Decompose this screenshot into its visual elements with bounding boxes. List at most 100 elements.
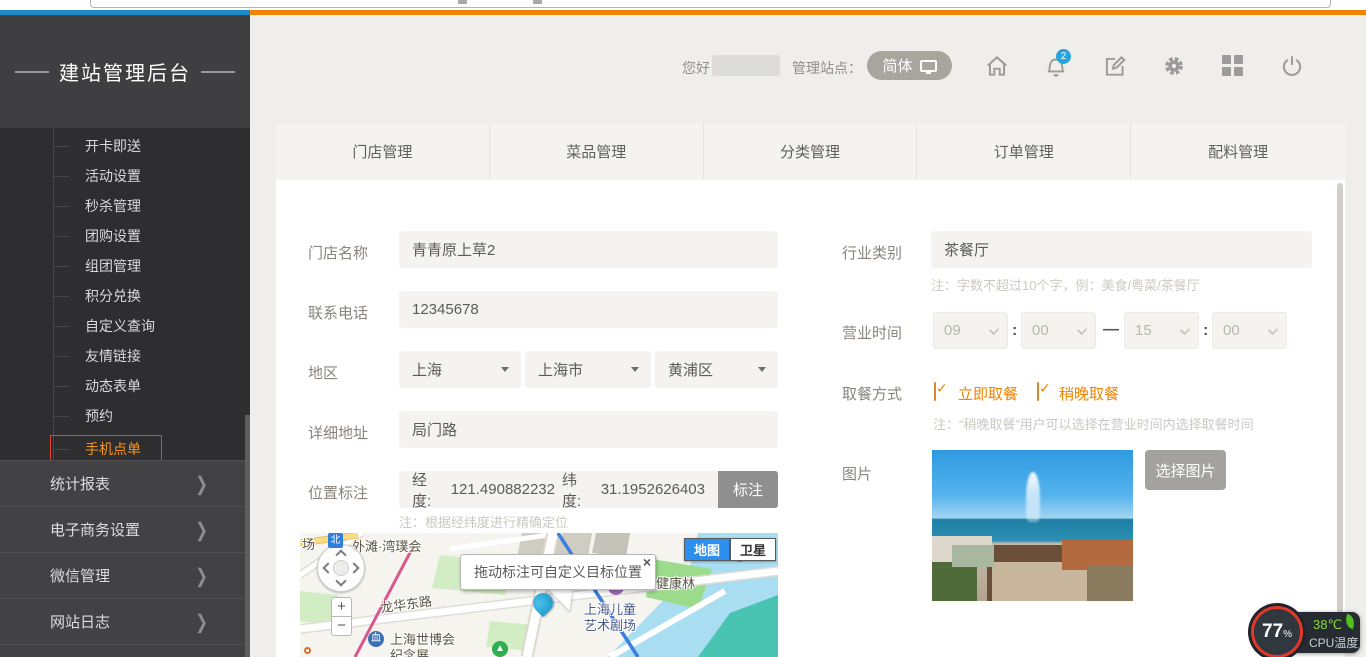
dropdown-arrow-icon <box>631 367 639 372</box>
city-select[interactable]: 上海市 <box>525 351 651 388</box>
sidebar-item[interactable]: 动态表单 <box>85 376 225 396</box>
store-name-input[interactable] <box>399 231 778 268</box>
tab-ingredients[interactable]: 配料管理 <box>1131 123 1345 180</box>
map[interactable]: 场 外滩·湾璞会 龙华东路 上海儿童 艺术剧场 健康林 上海世博会 纪念展 血 … <box>300 533 778 657</box>
tab-orders[interactable]: 订单管理 <box>917 123 1131 180</box>
map-label-theater-2: 艺术剧场 <box>584 615 636 634</box>
mark-location-button[interactable]: 标注 <box>718 471 778 508</box>
address-bar-fragment[interactable] <box>90 0 1331 8</box>
username-redacted <box>712 55 780 76</box>
chevron-down-icon <box>1268 325 1278 335</box>
pan-down-icon[interactable] <box>335 575 346 586</box>
longitude-value: 121.490882232 <box>451 481 555 498</box>
sidebar-item[interactable]: 秒杀管理 <box>85 196 225 216</box>
settings-gear-icon[interactable] <box>1161 53 1187 79</box>
close-minute-select[interactable]: 00 <box>1212 312 1287 349</box>
close-hour-select[interactable]: 15 <box>1124 312 1199 349</box>
cpu-percent: 77 <box>1262 621 1283 642</box>
accent-bar-orange <box>250 10 1366 15</box>
chevron-right-icon: ❯ <box>195 564 208 587</box>
address-label: 详细地址 <box>308 422 368 443</box>
district-select[interactable]: 黄浦区 <box>655 351 778 388</box>
store-photo-thumbnail[interactable] <box>932 450 1133 601</box>
pickup-later-checkbox[interactable] <box>1037 382 1039 401</box>
industry-input[interactable] <box>931 231 1312 268</box>
open-hour-select[interactable]: 09 <box>933 312 1008 349</box>
fountain-plume <box>1026 472 1040 522</box>
monitor-icon <box>920 60 937 72</box>
title-dash <box>201 71 235 73</box>
tab-categories[interactable]: 分类管理 <box>704 123 918 180</box>
map-type-satellite-button[interactable]: 卫星 <box>730 538 776 561</box>
pan-right-icon[interactable] <box>348 562 359 573</box>
sidebar-item[interactable]: 组团管理 <box>85 256 225 276</box>
tree-line <box>53 128 54 460</box>
map-label-fragment: 场 <box>302 534 315 553</box>
sidebar-item[interactable]: 团购设置 <box>85 226 225 246</box>
sidebar-submenu: 开卡即送 活动设置 秒杀管理 团购设置 组团管理 积分兑换 自定义查询 友情链接… <box>0 128 250 475</box>
pickup-later-label[interactable]: 稍晚取餐 <box>1059 383 1119 404</box>
latitude-label: 纬度: <box>562 469 594 511</box>
choose-image-button[interactable]: 选择图片 <box>1145 450 1226 490</box>
chevron-down-icon <box>989 325 999 335</box>
sidebar-section-wechat[interactable]: 微信管理❯ <box>0 552 250 598</box>
pickup-label: 取餐方式 <box>842 383 902 404</box>
sidebar-section-stats[interactable]: 统计报表❯ <box>0 460 250 506</box>
language-switcher-button[interactable]: 简体 <box>867 51 952 80</box>
app-title: 建站管理后台 <box>59 57 191 86</box>
active-item-highlight <box>50 435 162 462</box>
site-label: 管理站点： <box>792 58 862 78</box>
chevron-right-icon: ❯ <box>195 610 208 633</box>
title-dash <box>15 71 49 73</box>
panel-scrollbar[interactable] <box>1337 183 1343 653</box>
province-select[interactable]: 上海 <box>399 351 521 388</box>
dropdown-arrow-icon <box>758 367 766 372</box>
notification-badge: 2 <box>1056 49 1071 64</box>
app-root: 开卡即送 活动设置 秒杀管理 团购设置 组团管理 积分兑换 自定义查询 友情链接… <box>0 0 1366 657</box>
sidebar-header: 建站管理后台 <box>0 15 250 128</box>
cpu-percent-unit: % <box>1283 629 1292 640</box>
sidebar-item[interactable]: 友情链接 <box>85 346 225 366</box>
sidebar-section-ecommerce[interactable]: 电子商务设置❯ <box>0 506 250 552</box>
time-colon: : <box>1012 322 1017 340</box>
zoom-in-button[interactable]: + <box>331 597 352 617</box>
dropdown-arrow-icon <box>501 367 509 372</box>
location-label: 位置标注 <box>308 482 368 503</box>
sidebar-scrollbar[interactable] <box>245 415 250 657</box>
open-minute-select[interactable]: 00 <box>1021 312 1096 349</box>
coordinates-display: 经度: 121.490882232 纬度: 31.1952626403 <box>399 471 718 508</box>
pickup-now-label[interactable]: 立即取餐 <box>958 383 1018 404</box>
pan-left-icon[interactable] <box>322 562 333 573</box>
pickup-now-checkbox[interactable] <box>934 382 936 401</box>
chevron-down-icon <box>1077 325 1087 335</box>
sidebar-item[interactable]: 开卡即送 <box>85 136 225 156</box>
sidebar-item[interactable]: 积分兑换 <box>85 286 225 306</box>
phone-input[interactable] <box>399 291 778 328</box>
map-label-bund: 外滩·湾璞会 <box>352 536 421 555</box>
map-label-park: 健康林 <box>656 573 695 592</box>
pan-knob[interactable] <box>333 560 349 576</box>
industry-label: 行业类别 <box>842 242 902 263</box>
apps-grid-icon[interactable] <box>1222 55 1244 77</box>
power-logout-icon[interactable] <box>1279 53 1305 79</box>
infowindow-text: 拖动标注可自定义目标位置 <box>474 562 642 582</box>
park-poi-icon: ▲ <box>492 641 508 657</box>
sidebar-item[interactable]: 活动设置 <box>85 166 225 186</box>
sidebar-item[interactable]: 自定义查询 <box>85 316 225 336</box>
phone-label: 联系电话 <box>308 302 368 323</box>
map-pan-control[interactable] <box>317 544 365 592</box>
address-input[interactable] <box>399 411 778 448</box>
home-icon[interactable] <box>984 53 1010 79</box>
tab-dishes[interactable]: 菜品管理 <box>490 123 704 180</box>
latitude-value: 31.1952626403 <box>601 481 705 498</box>
compose-icon[interactable] <box>1102 53 1128 79</box>
sidebar-section-logs[interactable]: 网站日志❯ <box>0 598 250 644</box>
pan-up-icon[interactable] <box>335 549 346 560</box>
infowindow-close-icon[interactable]: × <box>643 555 651 569</box>
sidebar-item[interactable]: 预约 <box>85 406 225 426</box>
tab-stores[interactable]: 门店管理 <box>276 123 490 180</box>
map-zoom-control: + − <box>331 597 352 636</box>
map-type-map-button[interactable]: 地图 <box>684 538 730 561</box>
image-label: 图片 <box>842 463 872 484</box>
zoom-out-button[interactable]: − <box>331 616 352 636</box>
